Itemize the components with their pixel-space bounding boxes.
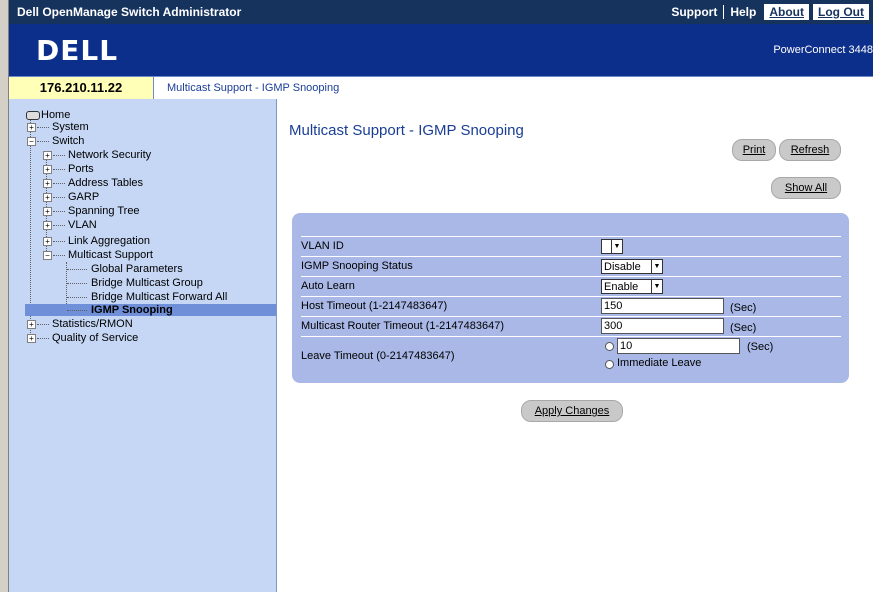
device-model: PowerConnect 3448 bbox=[773, 44, 873, 56]
page-title: Multicast Support - IGMP Snooping bbox=[289, 122, 524, 139]
tree-label: Bridge Multicast Forward All bbox=[91, 291, 228, 303]
vlan-id-row: VLAN ID ▼ bbox=[301, 237, 841, 257]
expand-icon[interactable]: + bbox=[43, 220, 52, 230]
expand-icon[interactable]: + bbox=[43, 178, 52, 188]
window-frame-left bbox=[0, 0, 9, 592]
tree-label: Bridge Multicast Group bbox=[91, 277, 203, 289]
router-timeout-label: Multicast Router Timeout (1-2147483647) bbox=[301, 320, 504, 332]
tree-item-home[interactable]: Home bbox=[26, 109, 70, 121]
unit-label: (Sec) bbox=[747, 341, 774, 353]
snooping-status-value: Disable bbox=[604, 261, 641, 273]
expand-icon[interactable]: + bbox=[43, 150, 52, 160]
show-all-button[interactable]: Show All bbox=[771, 177, 841, 199]
tree-item-garp[interactable]: + GARP bbox=[43, 191, 99, 203]
unit-label: (Sec) bbox=[730, 322, 757, 334]
breadcrumb: Multicast Support - IGMP Snooping bbox=[167, 82, 340, 94]
expand-icon[interactable]: + bbox=[43, 206, 52, 216]
tree-label: Switch bbox=[52, 135, 85, 147]
about-link[interactable]: About bbox=[764, 4, 810, 20]
tree-item-statistics-rmon[interactable]: + Statistics/RMON bbox=[27, 318, 133, 330]
tree-label: GARP bbox=[68, 191, 100, 203]
vlan-id-select[interactable]: ▼ bbox=[601, 239, 623, 254]
tree-item-global-parameters[interactable]: Global Parameters bbox=[67, 263, 183, 275]
snooping-status-select[interactable]: Disable ▼ bbox=[601, 259, 663, 274]
tree-item-network-security[interactable]: + Network Security bbox=[43, 149, 151, 161]
expand-icon[interactable]: + bbox=[27, 122, 36, 132]
nav-tree-panel: Home + System − Switch + Network Security +… bbox=[9, 99, 277, 592]
refresh-button[interactable]: Refresh bbox=[779, 139, 841, 161]
tree-item-bridge-multicast-forward-all[interactable]: Bridge Multicast Forward All bbox=[67, 291, 227, 303]
host-timeout-row: Host Timeout (1-2147483647) 150 (Sec) bbox=[301, 297, 841, 317]
collapse-icon[interactable]: − bbox=[27, 136, 36, 146]
auto-learn-value: Enable bbox=[604, 281, 639, 293]
main-content: Multicast Support - IGMP Snooping Print … bbox=[277, 99, 873, 592]
leave-timeout-input[interactable]: 10 bbox=[617, 338, 740, 354]
top-bar: Dell OpenManage Switch Administrator Sup… bbox=[9, 0, 873, 24]
expand-icon[interactable]: + bbox=[27, 319, 36, 329]
router-timeout-input[interactable]: 300 bbox=[601, 318, 724, 334]
tree-item-spanning-tree[interactable]: + Spanning Tree bbox=[43, 205, 140, 217]
chevron-down-icon: ▼ bbox=[611, 240, 622, 253]
tree-item-system[interactable]: + System bbox=[27, 121, 89, 133]
tree-item-switch[interactable]: − Switch bbox=[27, 135, 84, 147]
tree-item-address-tables[interactable]: + Address Tables bbox=[43, 177, 143, 189]
logout-link[interactable]: Log Out bbox=[813, 4, 869, 20]
immediate-leave-label: Immediate Leave bbox=[617, 357, 702, 369]
tree-label: IGMP Snooping bbox=[91, 304, 173, 316]
help-link[interactable]: Help bbox=[723, 5, 762, 19]
snooping-status-label: IGMP Snooping Status bbox=[301, 260, 413, 272]
tree-label: Ports bbox=[68, 163, 94, 175]
chevron-down-icon: ▼ bbox=[651, 260, 662, 273]
header-links: Support Help About Log Out bbox=[665, 3, 871, 21]
unit-label: (Sec) bbox=[730, 302, 757, 314]
leave-timeout-label: Leave Timeout (0-2147483647) bbox=[301, 350, 455, 362]
tree-label: VLAN bbox=[68, 219, 97, 231]
tree-label: System bbox=[52, 121, 89, 133]
tree-label: Link Aggregation bbox=[68, 235, 150, 247]
dell-logo: DELL bbox=[36, 34, 119, 67]
expand-icon[interactable]: + bbox=[43, 164, 52, 174]
expand-icon[interactable]: + bbox=[43, 236, 52, 246]
address-bar: 176.210.11.22 Multicast Support - IGMP S… bbox=[9, 76, 873, 100]
tree-label: Global Parameters bbox=[91, 263, 183, 275]
apply-changes-button[interactable]: Apply Changes bbox=[521, 400, 623, 422]
tree-item-bridge-multicast-group[interactable]: Bridge Multicast Group bbox=[67, 277, 203, 289]
auto-learn-row: Auto Learn Enable ▼ bbox=[301, 277, 841, 297]
tree-item-vlan[interactable]: + VLAN bbox=[43, 219, 97, 231]
vlan-id-label: VLAN ID bbox=[301, 240, 344, 252]
home-icon bbox=[26, 110, 40, 120]
tree-label: Quality of Service bbox=[52, 332, 139, 344]
expand-icon[interactable]: + bbox=[27, 333, 36, 343]
device-ip: 176.210.11.22 bbox=[9, 77, 154, 99]
immediate-leave-radio[interactable] bbox=[605, 360, 614, 369]
tree-label: Address Tables bbox=[68, 177, 144, 189]
auto-learn-select[interactable]: Enable ▼ bbox=[601, 279, 663, 294]
tree-item-link-aggregation[interactable]: + Link Aggregation bbox=[43, 235, 150, 247]
tree-label: Spanning Tree bbox=[68, 205, 140, 217]
host-timeout-input[interactable]: 150 bbox=[601, 298, 724, 314]
banner: DELL PowerConnect 3448 bbox=[9, 24, 873, 76]
tree-item-quality-of-service[interactable]: + Quality of Service bbox=[27, 332, 138, 344]
snooping-status-row: IGMP Snooping Status Disable ▼ bbox=[301, 257, 841, 277]
support-link[interactable]: Support bbox=[665, 5, 723, 19]
router-timeout-row: Multicast Router Timeout (1-2147483647) … bbox=[301, 317, 841, 337]
tree-label: Statistics/RMON bbox=[52, 318, 133, 330]
tree-item-igmp-snooping[interactable]: IGMP Snooping bbox=[67, 304, 173, 316]
host-timeout-label: Host Timeout (1-2147483647) bbox=[301, 300, 448, 312]
leave-timeout-row: Leave Timeout (0-2147483647) 10 (Sec) Im… bbox=[301, 337, 841, 373]
tree-label: Network Security bbox=[68, 149, 152, 161]
print-button[interactable]: Print bbox=[732, 139, 776, 161]
collapse-icon[interactable]: − bbox=[43, 250, 52, 260]
chevron-down-icon: ▼ bbox=[651, 280, 662, 293]
app-title: Dell OpenManage Switch Administrator bbox=[17, 5, 242, 19]
leave-timeout-radio[interactable] bbox=[605, 342, 614, 351]
settings-panel: VLAN ID ▼ IGMP Snooping Status Disable ▼… bbox=[292, 213, 849, 383]
tree-item-multicast-support[interactable]: − Multicast Support bbox=[43, 249, 153, 261]
tree-item-ports[interactable]: + Ports bbox=[43, 163, 94, 175]
tree-label: Multicast Support bbox=[68, 249, 153, 261]
expand-icon[interactable]: + bbox=[43, 192, 52, 202]
tree-label: Home bbox=[41, 109, 71, 121]
auto-learn-label: Auto Learn bbox=[301, 280, 355, 292]
